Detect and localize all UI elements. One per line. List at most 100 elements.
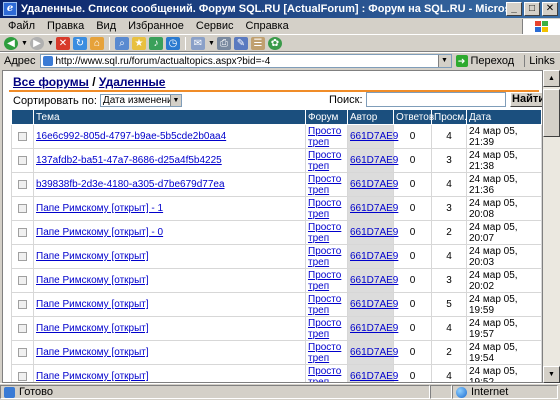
author-link[interactable]: 661D7AE9 bbox=[350, 347, 398, 358]
date-day: 24 мар 05, bbox=[469, 149, 518, 161]
mail-dropdown-icon[interactable]: ▼ bbox=[208, 40, 215, 47]
stop-icon[interactable]: ✕ bbox=[56, 36, 70, 50]
back-icon[interactable]: ◀ bbox=[4, 36, 18, 50]
forum-link[interactable]: Просто треп bbox=[308, 150, 345, 172]
forum-link[interactable]: Просто треп bbox=[308, 174, 345, 196]
favorites-icon[interactable]: ★ bbox=[132, 36, 146, 50]
forum-link[interactable]: Просто треп bbox=[308, 318, 345, 340]
topic-link[interactable]: 137afdb2-ba51-47a7-8686-d25a4f5b4225 bbox=[36, 155, 222, 166]
messenger-icon[interactable]: ✿ bbox=[268, 36, 282, 50]
chevron-down-icon[interactable]: ▼ bbox=[169, 95, 181, 106]
forum-link[interactable]: Просто треп bbox=[308, 246, 345, 268]
edit-icon[interactable]: ✎ bbox=[234, 36, 248, 50]
minimize-button[interactable]: _ bbox=[506, 2, 522, 16]
menu-view[interactable]: Вид bbox=[90, 20, 122, 32]
author-link[interactable]: 661D7AE9 bbox=[350, 131, 398, 142]
topics-table: Тема Форум Автор Ответов Просм. Дата 16e… bbox=[11, 109, 542, 383]
forum-link-line1: Просто bbox=[308, 317, 342, 329]
topic-link[interactable]: Папе Римскому [открыт] bbox=[36, 251, 149, 262]
links-button[interactable]: Links bbox=[524, 55, 555, 67]
topic-link[interactable]: Папе Римскому [открыт] bbox=[36, 275, 149, 286]
date-day: 24 мар 05, bbox=[469, 125, 518, 137]
scroll-up-icon[interactable]: ▲ bbox=[543, 70, 560, 87]
page-icon bbox=[42, 56, 53, 66]
menu-help[interactable]: Справка bbox=[240, 20, 295, 32]
refresh-icon[interactable]: ↻ bbox=[73, 36, 87, 50]
breadcrumb-all-forums[interactable]: Все форумы bbox=[13, 75, 89, 89]
topic-link[interactable]: b39838fb-2d3e-4180-a305-d7be679d77ea bbox=[36, 179, 225, 190]
maximize-button[interactable]: □ bbox=[524, 2, 540, 16]
author-link[interactable]: 661D7AE9 bbox=[350, 203, 398, 214]
vertical-scrollbar[interactable]: ▲ ▼ bbox=[543, 70, 560, 383]
topic-link[interactable]: Папе Римскому [открыт] bbox=[36, 371, 149, 382]
close-button[interactable]: ✕ bbox=[542, 2, 558, 16]
date-time: 20:08 bbox=[469, 208, 495, 220]
table-row: Папе Римскому [открыт] Просто треп 661D7AE9… bbox=[11, 244, 542, 269]
col-header-forum[interactable]: Форум bbox=[305, 109, 348, 125]
topic-link[interactable]: 16e6c992-805d-4797-b9ae-5b5cde2b0aa4 bbox=[36, 131, 226, 142]
author-link[interactable]: 661D7AE9 bbox=[350, 371, 398, 382]
col-header-author[interactable]: Автор bbox=[347, 109, 394, 125]
topic-link[interactable]: Папе Римскому [открыт] bbox=[36, 323, 149, 334]
sort-control: Сортировать по: Дата изменения ▼ bbox=[13, 94, 182, 107]
address-dropdown-icon[interactable]: ▼ bbox=[437, 55, 451, 67]
forum-link[interactable]: Просто треп bbox=[308, 126, 345, 148]
discuss-icon[interactable]: ☰ bbox=[251, 36, 265, 50]
media-icon[interactable]: ♪ bbox=[149, 36, 163, 50]
scroll-down-icon[interactable]: ▼ bbox=[543, 366, 560, 383]
search-label: Поиск: bbox=[329, 93, 363, 106]
views-cell: 4 bbox=[431, 244, 467, 269]
author-link[interactable]: 661D7AE9 bbox=[350, 227, 398, 238]
topic-link[interactable]: Папе Римскому [открыт] bbox=[36, 347, 149, 358]
forward-icon[interactable]: ▶ bbox=[30, 36, 44, 50]
search-icon[interactable]: ⌕ bbox=[115, 36, 129, 50]
topic-status-icon bbox=[18, 131, 27, 141]
author-link[interactable]: 661D7AE9 bbox=[350, 179, 398, 190]
mail-icon[interactable]: ✉ bbox=[191, 36, 205, 50]
topic-link[interactable]: Папе Римскому [открыт] bbox=[36, 299, 149, 310]
col-header-views[interactable]: Просм. bbox=[431, 109, 467, 125]
sort-select[interactable]: Дата изменения ▼ bbox=[99, 94, 182, 107]
topic-link[interactable]: Папе Римскому [открыт] - 1 bbox=[36, 203, 163, 214]
date-time: 19:59 bbox=[469, 304, 495, 316]
home-icon[interactable]: ⌂ bbox=[90, 36, 104, 50]
views-cell: 5 bbox=[431, 292, 467, 317]
search-input[interactable] bbox=[365, 92, 506, 107]
forum-link[interactable]: Просто треп bbox=[308, 294, 345, 316]
author-link[interactable]: 661D7AE9 bbox=[350, 323, 398, 334]
go-button[interactable]: ➜ Переход bbox=[455, 55, 514, 67]
menu-edit[interactable]: Правка bbox=[41, 20, 90, 32]
forum-link[interactable]: Просто треп bbox=[308, 198, 345, 220]
menu-favorites[interactable]: Избранное bbox=[122, 20, 190, 32]
menu-tools[interactable]: Сервис bbox=[190, 20, 240, 32]
back-dropdown-icon[interactable]: ▼ bbox=[21, 40, 28, 47]
topic-status-cell bbox=[11, 220, 34, 245]
history-icon[interactable]: ◷ bbox=[166, 36, 180, 50]
forum-link[interactable]: Просто треп bbox=[308, 366, 345, 383]
author-link[interactable]: 661D7AE9 bbox=[350, 155, 398, 166]
forum-link[interactable]: Просто треп bbox=[308, 342, 345, 364]
forum-link-line2: треп bbox=[308, 280, 330, 292]
address-bar: Адрес http://www.sql.ru/forum/actualtopi… bbox=[0, 52, 560, 69]
views-cell: 4 bbox=[431, 172, 467, 197]
author-link[interactable]: 661D7AE9 bbox=[350, 275, 398, 286]
scroll-thumb[interactable] bbox=[543, 89, 560, 137]
forward-dropdown-icon[interactable]: ▼ bbox=[47, 40, 54, 47]
author-link[interactable]: 661D7AE9 bbox=[350, 251, 398, 262]
search-button[interactable]: Найти bbox=[509, 92, 542, 107]
replies-cell: 0 bbox=[393, 148, 432, 173]
status-text: Готово bbox=[19, 386, 53, 398]
menu-file[interactable]: Файл bbox=[2, 20, 41, 32]
topic-link[interactable]: Папе Римскому [открыт] - 0 bbox=[36, 227, 163, 238]
col-header-topic[interactable]: Тема bbox=[33, 109, 306, 125]
address-input[interactable]: http://www.sql.ru/forum/actualtopics.asp… bbox=[39, 54, 452, 68]
col-header-replies[interactable]: Ответов bbox=[393, 109, 434, 125]
breadcrumb-current[interactable]: Удаленные bbox=[99, 75, 166, 89]
print-icon[interactable]: ⎙ bbox=[217, 36, 231, 50]
author-link[interactable]: 661D7AE9 bbox=[350, 299, 398, 310]
col-header-date[interactable]: Дата bbox=[466, 109, 542, 125]
forum-link[interactable]: Просто треп bbox=[308, 270, 345, 292]
forum-cell: Просто треп bbox=[305, 220, 348, 245]
forum-link[interactable]: Просто треп bbox=[308, 222, 345, 244]
author-cell: 661D7AE9 bbox=[347, 292, 398, 317]
